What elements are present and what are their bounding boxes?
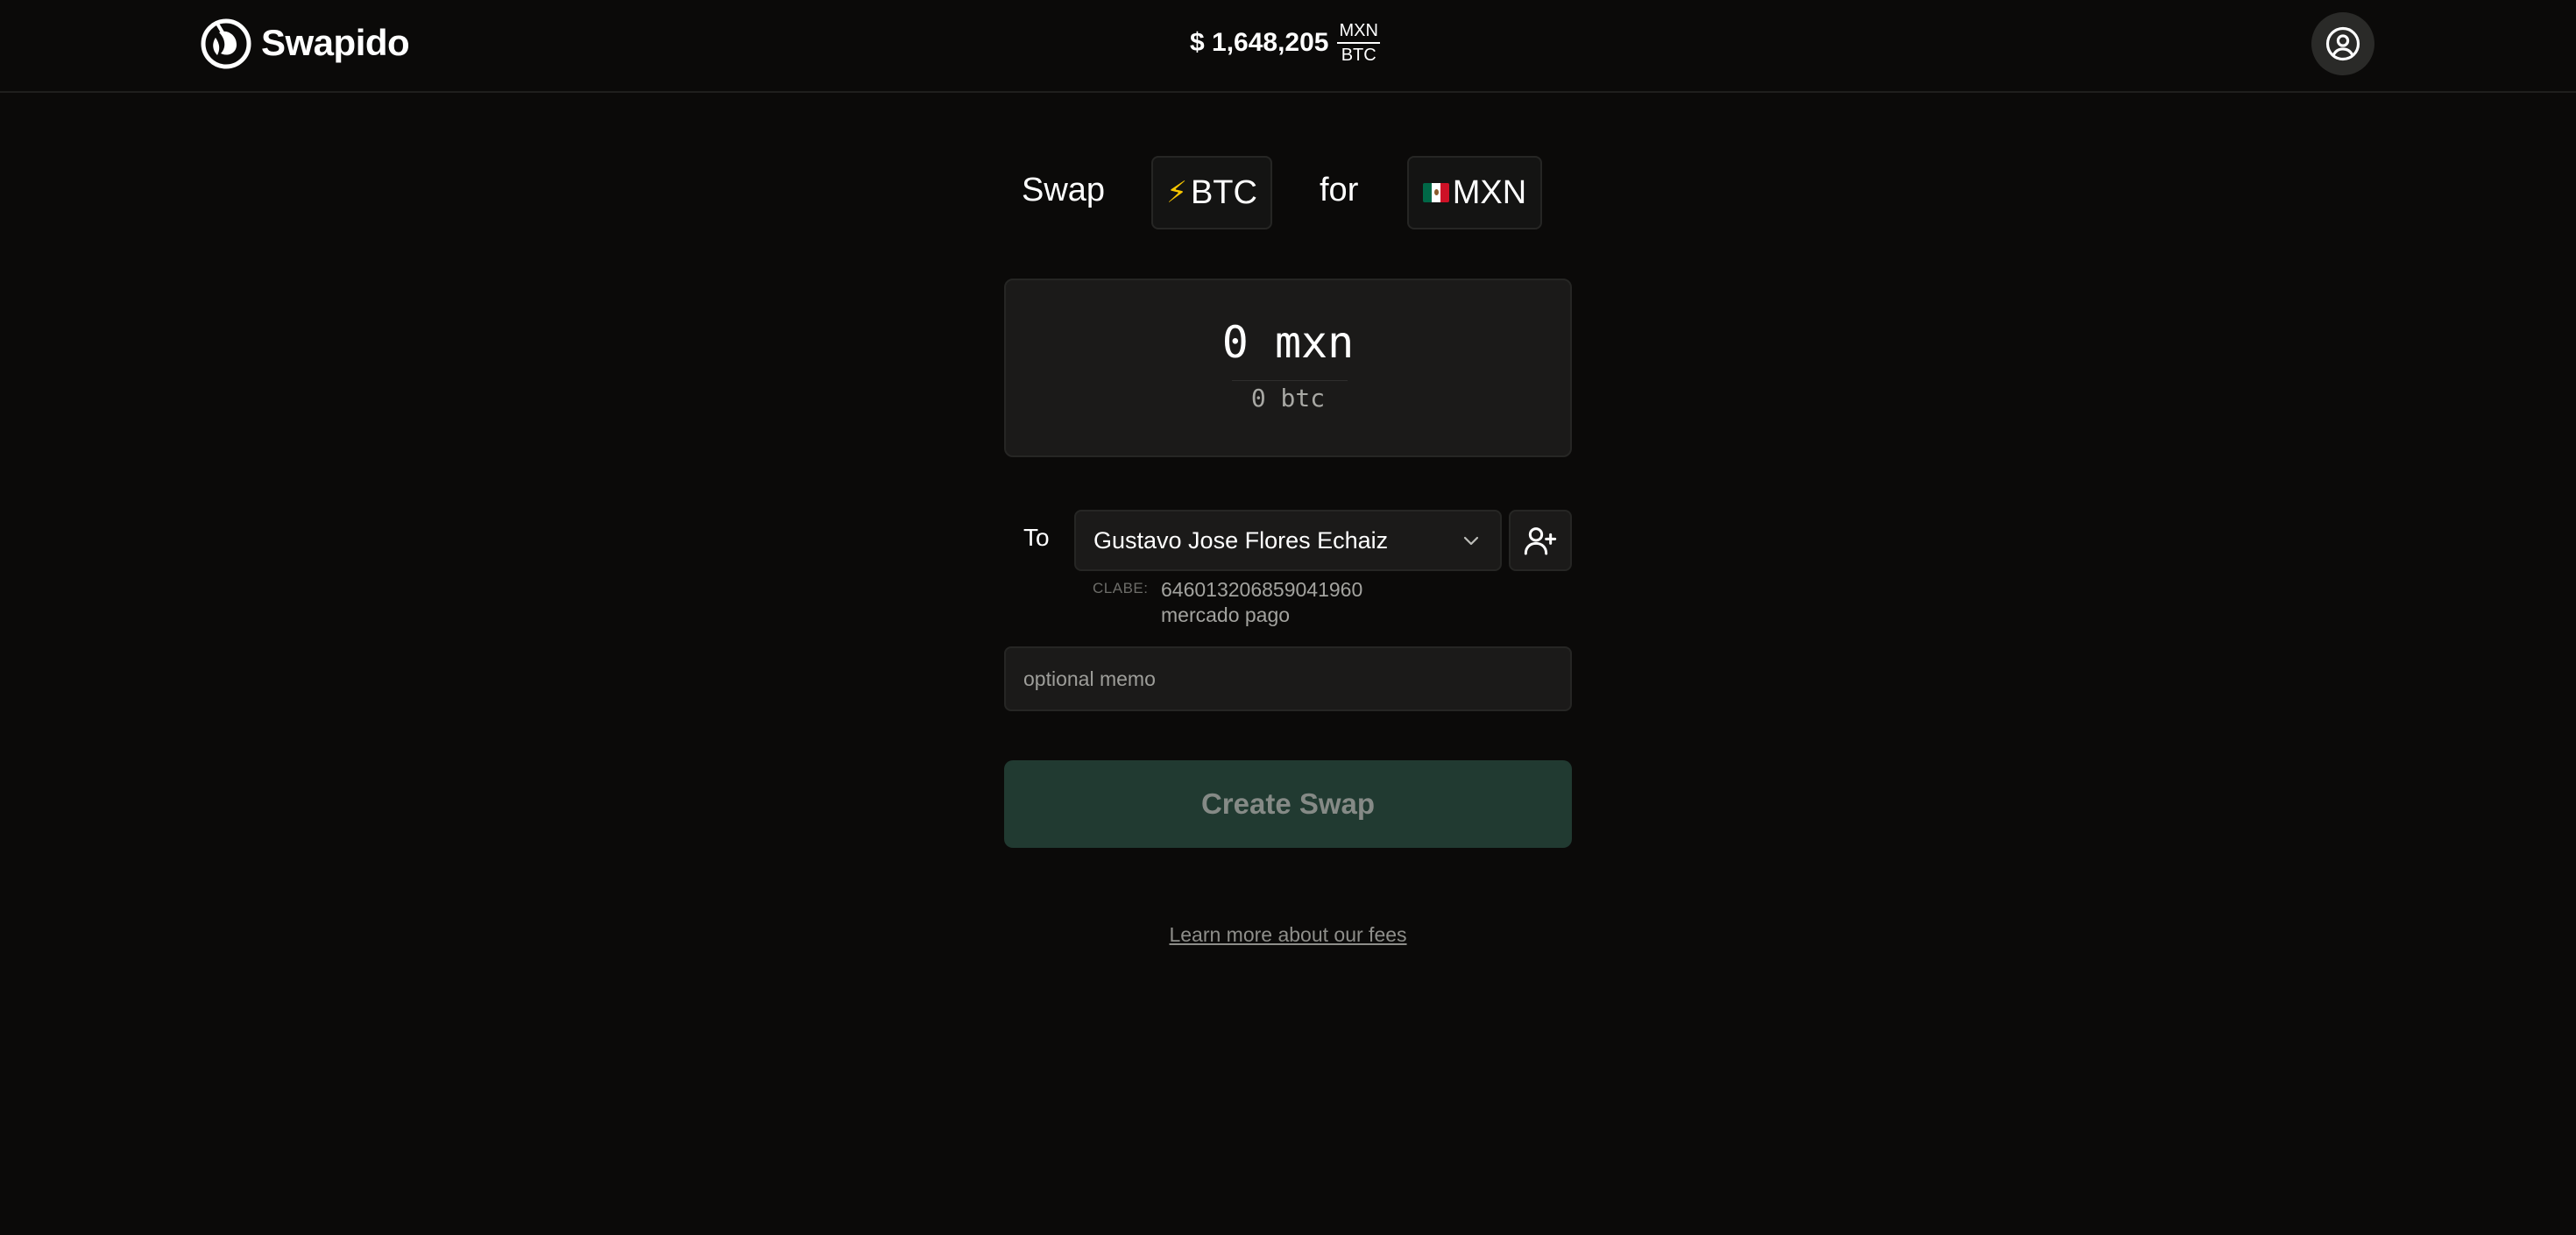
rate-unit-numerator: MXN (1337, 19, 1380, 44)
memo-input[interactable] (1004, 646, 1572, 711)
to-currency-label: MXN (1452, 173, 1527, 211)
create-swap-button[interactable]: Create Swap (1004, 760, 1572, 848)
amount-secondary: 0 btc (1250, 384, 1326, 413)
chevron-down-icon (1463, 536, 1479, 546)
exchange-rate: $ 1,648,205 MXN BTC (1190, 16, 1380, 70)
to-label: To (1023, 524, 1050, 551)
for-label: for (1320, 172, 1359, 208)
recipient-selected-name: Gustavo Jose Flores Echaiz (1093, 527, 1389, 554)
clabe-label: CLABE: (1093, 580, 1149, 596)
amount-input-box[interactable]: 0 mxn 0 btc (1004, 279, 1572, 457)
bank-name: mercado pago (1161, 603, 1291, 626)
recipient-select[interactable]: Gustavo Jose Flores Echaiz (1074, 510, 1502, 571)
rate-value: $ 1,648,205 (1190, 28, 1329, 57)
swapido-page: Swapido $ 1,648,205 MXN BTC Swap ⚡ BTC f… (0, 0, 2576, 1235)
profile-button[interactable] (2311, 12, 2374, 75)
brand-logo[interactable]: Swapido (200, 16, 410, 70)
fees-info-link[interactable]: Learn more about our fees (0, 923, 2576, 947)
swap-label: Swap (1022, 172, 1106, 208)
from-currency-label: BTC (1190, 173, 1257, 211)
add-recipient-button[interactable] (1509, 510, 1572, 571)
amount-divider (1232, 380, 1348, 381)
lightning-bolt-icon: ⚡ (1166, 176, 1187, 209)
to-currency-button[interactable]: MXN (1407, 156, 1542, 229)
swap-currency-row: Swap ⚡ BTC for MXN (1004, 156, 1542, 229)
brand-name: Swapido (261, 22, 410, 63)
rate-unit-denominator: BTC (1341, 46, 1376, 65)
mexico-flag-icon (1422, 183, 1449, 202)
user-circle-icon (2325, 26, 2360, 61)
from-currency-button[interactable]: ⚡ BTC (1151, 156, 1272, 229)
clabe-value: 646013206859041960 (1161, 578, 1363, 601)
amount-primary[interactable]: 0 mxn (1006, 317, 1570, 368)
swapido-logo-icon (201, 18, 251, 69)
user-plus-icon (1524, 527, 1557, 555)
top-bar: Swapido $ 1,648,205 MXN BTC (0, 0, 2576, 93)
rate-unit: MXN BTC (1337, 19, 1380, 67)
